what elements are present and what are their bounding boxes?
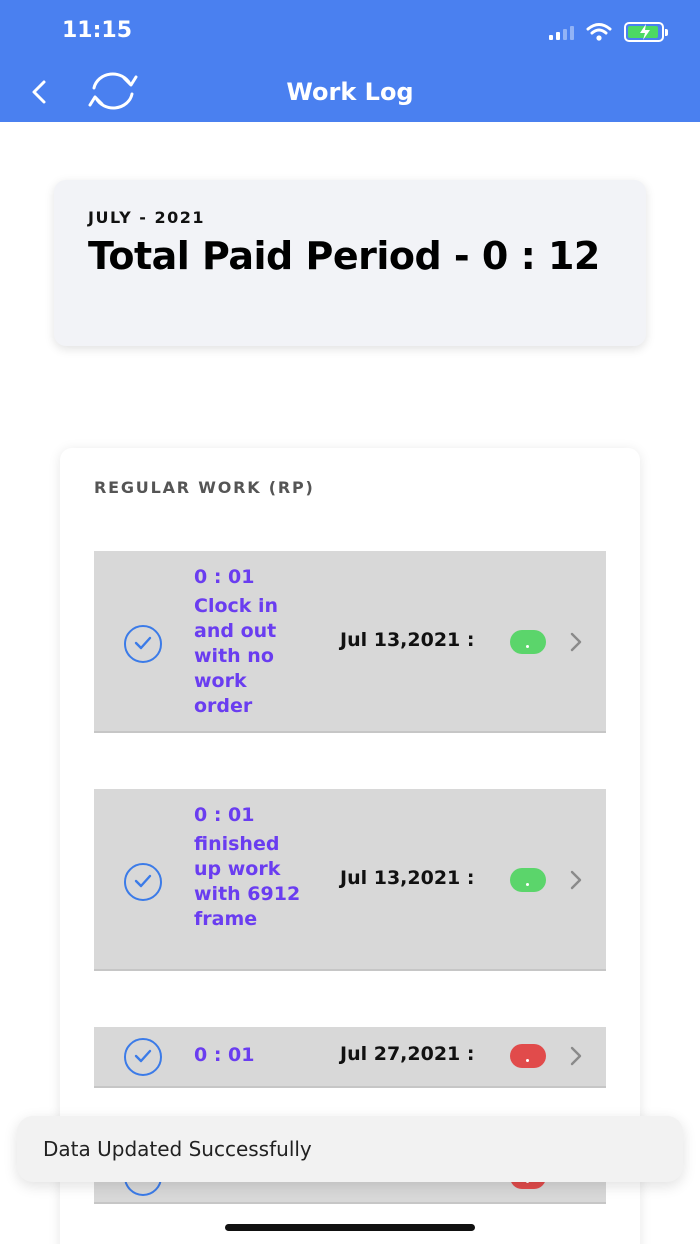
chevron-right-icon [570, 1046, 582, 1066]
entry-text: 0 : 01 Clock in and out with no work ord… [194, 565, 304, 719]
entry-date: Jul 13,2021 : [340, 629, 475, 651]
entry-duration: 0 : 01 [194, 566, 255, 588]
app-header: 11:15 Work Log [0, 0, 700, 122]
work-entry-row[interactable]: 0 : 01 Clock in and out with no work ord… [94, 551, 606, 733]
entry-duration: 0 : 01 [194, 1044, 255, 1066]
section-title: REGULAR WORK (RP) [94, 478, 315, 497]
home-indicator[interactable] [225, 1224, 475, 1231]
work-entry-row[interactable]: 0 : 01 Jul 27,2021 : [94, 1027, 606, 1088]
status-indicator [510, 630, 546, 654]
page-title: Work Log [286, 78, 414, 106]
entry-date: Jul 13,2021 : [340, 867, 475, 889]
chevron-right-icon [570, 632, 582, 652]
entry-description: finished up work with 6912 frame [194, 833, 301, 930]
entry-text: 0 : 01 finished up work with 6912 frame [194, 803, 304, 932]
entry-duration: 0 : 01 [194, 804, 255, 826]
entry-description: Clock in and out with no work order [194, 595, 279, 717]
check-circle-icon [124, 625, 162, 663]
toast-message: Data Updated Successfully [43, 1137, 312, 1161]
status-indicator [510, 1044, 546, 1068]
status-icons [549, 20, 668, 44]
entry-date: Jul 27,2021 : [340, 1043, 475, 1065]
status-time: 11:15 [62, 18, 133, 43]
summary-month: JULY - 2021 [88, 208, 206, 227]
chevron-right-icon [570, 870, 582, 890]
wifi-icon [586, 23, 612, 41]
pay-period-summary-card: JULY - 2021 Total Paid Period - 0 : 12 [54, 180, 646, 346]
entry-text: 0 : 01 [194, 1043, 304, 1072]
cellular-signal-icon [549, 24, 574, 40]
check-circle-icon [124, 863, 162, 901]
summary-total: Total Paid Period - 0 : 12 [88, 234, 600, 278]
check-circle-icon [124, 1038, 162, 1076]
battery-icon [624, 22, 668, 42]
status-indicator [510, 868, 546, 892]
work-entry-row[interactable]: 0 : 01 finished up work with 6912 frame … [94, 789, 606, 971]
toast-notification[interactable]: Data Updated Successfully [17, 1116, 683, 1182]
